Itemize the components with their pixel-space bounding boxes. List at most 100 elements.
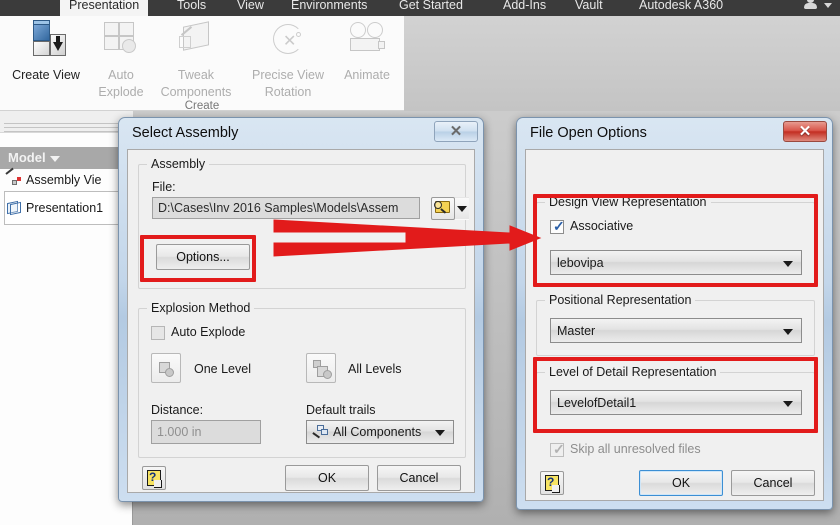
- positional-group-title: Positional Representation: [545, 293, 696, 307]
- close-glyph: ✕: [798, 123, 812, 140]
- ribbon-button-label2: Rotation: [264, 85, 312, 99]
- model-browser-panel: Model Assembly Vie Presentation1: [0, 111, 133, 525]
- ok-button[interactable]: OK: [639, 470, 723, 496]
- chevron-down-icon[interactable]: [455, 197, 469, 220]
- lod-value: LevelofDetail1: [557, 395, 637, 410]
- chevron-down-icon[interactable]: [783, 328, 793, 335]
- tab-label: Autodesk A360: [639, 0, 724, 12]
- close-icon[interactable]: ✕: [783, 121, 827, 142]
- application-window: Presentation Tools View Environments Get…: [0, 0, 840, 525]
- design-view-group-title: Design View Representation: [545, 195, 711, 209]
- presentation-icon: [6, 200, 22, 216]
- ribbon-button-label: Precise View: [251, 68, 325, 82]
- chevron-down-icon[interactable]: [49, 155, 60, 162]
- dialog-title: Select Assembly: [132, 125, 239, 141]
- ribbon-button-create-view[interactable]: Create View: [2, 20, 90, 83]
- design-view-value: lebovipa: [557, 255, 604, 270]
- ribbon-panel-create: Create View Auto Explode Tweak Component…: [0, 16, 404, 112]
- file-label: File:: [152, 180, 176, 194]
- chevron-down-icon[interactable]: [824, 3, 832, 8]
- positional-combo[interactable]: Master: [550, 318, 802, 343]
- level-of-detail-combo[interactable]: LevelofDetail1: [550, 390, 802, 415]
- ribbon-button-auto-explode[interactable]: Auto Explode: [92, 20, 150, 100]
- tree-item-presentation1[interactable]: Presentation1: [0, 197, 133, 219]
- default-trails-value: All Components: [333, 425, 422, 439]
- tab-autodesk-a360[interactable]: Autodesk A360: [630, 0, 732, 16]
- cancel-button[interactable]: Cancel: [731, 470, 815, 496]
- trails-icon: [312, 425, 329, 439]
- check-icon: ✓: [553, 441, 565, 457]
- options-button[interactable]: Options...: [156, 244, 250, 270]
- browser-header-model[interactable]: Model: [0, 147, 133, 169]
- tab-tools[interactable]: Tools: [168, 0, 215, 16]
- check-icon: ✓: [553, 218, 565, 234]
- chevron-down-icon[interactable]: [435, 430, 445, 436]
- dialog-title: File Open Options: [530, 125, 647, 141]
- auto-explode-label: Auto Explode: [171, 325, 246, 339]
- auto-explode-icon: [96, 20, 146, 66]
- distance-input[interactable]: 1.000 in: [151, 420, 261, 444]
- create-view-icon: [23, 20, 69, 66]
- all-levels-button[interactable]: [306, 353, 336, 383]
- ribbon-button-label: Animate: [344, 68, 390, 82]
- one-level-button[interactable]: [151, 353, 181, 383]
- tab-label: Presentation: [69, 0, 140, 12]
- tree-item-label: Presentation1: [26, 201, 104, 215]
- skip-unresolved-label: Skip all unresolved files: [570, 442, 701, 456]
- tree-item-label: Assembly Vie: [26, 173, 102, 187]
- ribbon-button-label: Auto: [108, 68, 134, 82]
- chevron-down-icon[interactable]: [783, 260, 793, 267]
- tab-vault[interactable]: Vault: [566, 0, 612, 16]
- ribbon-button-animate[interactable]: Animate: [334, 20, 400, 83]
- tab-label: Vault: [575, 0, 603, 12]
- associative-checkbox[interactable]: ✓: [550, 218, 565, 234]
- assembly-group: Assembly: [138, 157, 466, 289]
- default-trails-combo[interactable]: All Components: [306, 420, 454, 444]
- positional-value: Master: [557, 323, 596, 338]
- tab-label: Get Started: [399, 0, 463, 12]
- help-icon[interactable]: ?: [142, 466, 166, 490]
- close-glyph: ✕: [449, 123, 463, 140]
- file-open-options-dialog: File Open Options ✕ Design View Represen…: [516, 117, 833, 510]
- tab-presentation[interactable]: Presentation: [60, 0, 149, 16]
- tab-get-started[interactable]: Get Started: [390, 0, 472, 16]
- tree-item-assembly-view[interactable]: Assembly Vie: [0, 167, 133, 191]
- precise-view-rotation-icon: ✕: [263, 20, 313, 66]
- distance-label: Distance:: [151, 403, 204, 417]
- ribbon-button-tweak-components[interactable]: Tweak Components: [150, 20, 242, 100]
- close-icon[interactable]: ✕: [434, 121, 478, 142]
- cancel-button[interactable]: Cancel: [377, 465, 461, 491]
- dialog-content: Design View Representation ✓ Associative…: [525, 149, 824, 501]
- help-icon[interactable]: ?: [540, 471, 564, 495]
- default-trails-label: Default trails: [306, 403, 376, 417]
- tweak-components-icon: [171, 20, 221, 66]
- file-path-input[interactable]: D:\Cases\Inv 2016 Samples\Models\Assem: [152, 197, 420, 219]
- associative-label: Associative: [570, 219, 634, 233]
- browser-toolbar: [0, 111, 133, 133]
- tab-view[interactable]: View: [228, 0, 273, 16]
- assembly-view-icon: [5, 167, 22, 187]
- dialog-content: Assembly File: D:\Cases\Inv 2016 Samples…: [127, 149, 475, 493]
- design-view-combo[interactable]: lebovipa: [550, 250, 802, 275]
- assembly-group-title: Assembly: [147, 157, 210, 171]
- ribbon-button-label2: Explode: [98, 85, 144, 99]
- ribbon-button-label: Tweak: [177, 68, 215, 82]
- tab-environments[interactable]: Environments: [282, 0, 376, 16]
- user-account-icon[interactable]: [802, 0, 820, 12]
- select-assembly-dialog: Select Assembly ✕ Assembly File: D:\Case…: [118, 117, 484, 502]
- browse-folder-icon[interactable]: [431, 197, 455, 220]
- ok-button[interactable]: OK: [285, 465, 369, 491]
- browser-header-label: Model: [8, 150, 46, 165]
- one-level-label: One Level: [194, 362, 251, 376]
- skip-unresolved-checkbox[interactable]: ✓: [550, 441, 565, 457]
- ribbon-tab-bar: Presentation Tools View Environments Get…: [0, 0, 840, 16]
- auto-explode-checkbox[interactable]: [151, 326, 165, 340]
- animate-icon: [342, 20, 392, 66]
- explosion-method-group-title: Explosion Method: [147, 301, 255, 315]
- lod-group-title: Level of Detail Representation: [545, 365, 721, 379]
- ribbon-button-precise-view-rotation[interactable]: ✕ Precise View Rotation: [242, 20, 334, 100]
- tab-add-ins[interactable]: Add-Ins: [494, 0, 555, 16]
- ribbon-button-label2: Components: [160, 85, 232, 99]
- chevron-down-icon[interactable]: [783, 400, 793, 407]
- ribbon-empty-area: [404, 16, 840, 111]
